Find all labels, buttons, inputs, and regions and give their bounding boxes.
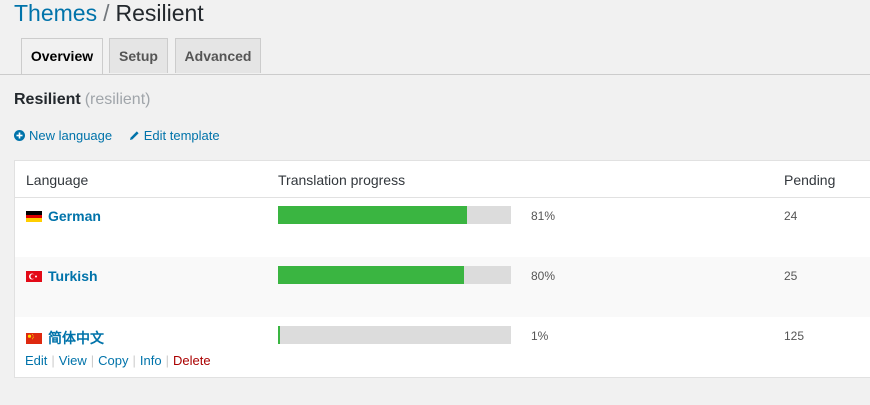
tab-setup[interactable]: Setup: [109, 38, 168, 73]
progress-percent: 1%: [531, 329, 549, 343]
view-link[interactable]: View: [59, 353, 87, 368]
pending-count: 24: [784, 209, 798, 223]
column-pending: Pending: [784, 172, 836, 188]
package-title: Resilient (resilient): [14, 91, 150, 109]
progress-fill: [278, 266, 465, 284]
language-name-german[interactable]: German: [48, 208, 101, 224]
edit-template-label: Edit template: [143, 128, 220, 143]
progress-percent: 80%: [531, 269, 556, 283]
delete-link[interactable]: Delete: [173, 353, 211, 368]
column-language: Language: [26, 172, 89, 188]
pencil-icon: [129, 131, 139, 140]
tab-bar: Overview Setup Advanced: [0, 38, 870, 75]
breadcrumb-separator: /: [103, 0, 110, 26]
turkish-flag-icon: [26, 270, 42, 282]
languages-table: Language Translation progress Pending Ge…: [14, 160, 870, 378]
plus-circle-icon: [14, 130, 25, 141]
progress-fill: [278, 326, 281, 344]
progress-bar: [278, 266, 511, 284]
language-name-chinese[interactable]: 简体中文: [48, 328, 104, 348]
info-link[interactable]: Info: [140, 353, 162, 368]
progress-bar: [278, 206, 511, 224]
chinese-flag-icon: [26, 332, 42, 344]
tab-advanced[interactable]: Advanced: [175, 38, 261, 73]
breadcrumb-themes-link[interactable]: Themes: [14, 0, 97, 26]
pending-count: 25: [784, 269, 798, 283]
german-flag-icon: [26, 210, 42, 222]
new-language-link[interactable]: New language: [14, 128, 112, 143]
row-actions: Edit | View | Copy | Info | Delete: [25, 353, 211, 368]
package-name: Resilient: [14, 91, 81, 108]
column-progress: Translation progress: [278, 172, 406, 188]
package-actions: New language Edit template: [14, 128, 233, 144]
new-language-label: New language: [29, 128, 113, 143]
edit-link[interactable]: Edit: [25, 353, 47, 368]
progress-bar: [278, 326, 511, 344]
table-row: Turkish 80% 25: [15, 257, 870, 317]
language-name-turkish[interactable]: Turkish: [48, 268, 98, 284]
package-slug: (resilient): [84, 91, 151, 108]
copy-link[interactable]: Copy: [98, 353, 128, 368]
pending-count: 125: [784, 329, 805, 343]
progress-percent: 81%: [531, 209, 556, 223]
table-row: German 81% 24: [15, 197, 870, 257]
tab-overview[interactable]: Overview: [21, 38, 103, 74]
edit-template-link[interactable]: Edit template: [129, 128, 220, 143]
progress-fill: [278, 206, 467, 224]
table-header: Language Translation progress Pending: [15, 161, 870, 198]
breadcrumb: Themes / Resilient: [14, 0, 204, 27]
table-row: 简体中文 1% 125 Edit | View | Copy | Info | Delete: [15, 317, 870, 377]
breadcrumb-current: Resilient: [115, 0, 204, 26]
